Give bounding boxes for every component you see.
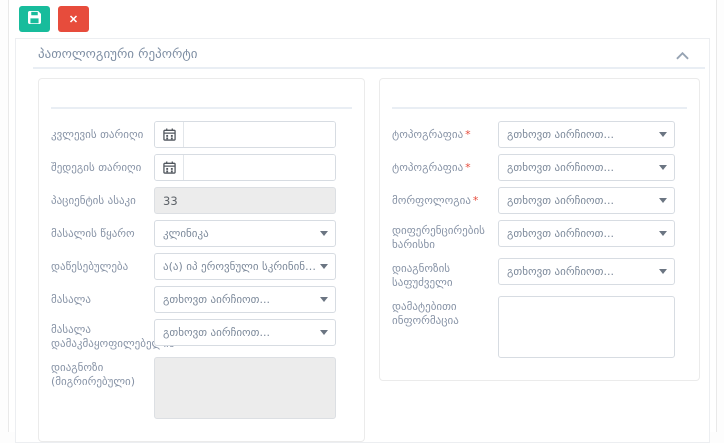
field-label: მასალა დამაკმაყოფილებელია [51, 319, 154, 351]
differentiation-grade-select[interactable]: გთხოვთ აირჩიოთ... [498, 220, 675, 247]
spacer [51, 91, 352, 107]
chevron-up-icon [676, 45, 689, 64]
chevron-down-icon [659, 231, 667, 236]
field-label: დამატებითი ინფორმაცია [392, 296, 498, 328]
collapse-button[interactable] [676, 45, 689, 64]
field-label: დიაგნოზის საფუძველი [392, 258, 498, 290]
toolbar: ✕ [9, 0, 716, 32]
institution-select[interactable]: ა(ა) იპ ეროვნული სკრინინგ ცენტრ... [154, 253, 336, 280]
field-label: პაციენტის ასაკი [51, 194, 154, 208]
field-topography-2: ტოპოგრაფია* გთხოვთ აირჩიოთ... [392, 154, 687, 181]
panel-body: კვლევის თარიღი [16, 69, 709, 442]
morphology-select[interactable]: გთხოვთ აირჩიოთ... [498, 187, 675, 214]
material-source-select[interactable]: კლინიკა [154, 220, 336, 247]
chevron-down-icon [659, 269, 667, 274]
chevron-down-icon [659, 132, 667, 137]
field-patient-age: პაციენტის ასაკი 33 [51, 187, 352, 214]
chevron-down-icon [659, 165, 667, 170]
spacer [392, 91, 687, 107]
section-divider [392, 107, 687, 109]
topography-2-select[interactable]: გთხოვთ აირჩიოთ... [498, 154, 675, 181]
field-label: მასალის წყარო [51, 227, 154, 241]
field-topography-1: ტოპოგრაფია* გთხოვთ აირჩიოთ... [392, 121, 687, 148]
chevron-down-icon [320, 330, 328, 335]
field-label: ტოპოგრაფია* [392, 161, 498, 175]
panel-header: პათოლოგიური რეპორტი [16, 39, 709, 67]
field-label: დაწესებულება [51, 260, 154, 274]
chevron-down-icon [320, 264, 328, 269]
additional-info-textarea[interactable] [498, 296, 675, 358]
content-container: ✕ პათოლოგიური რეპორტი კვლევის თარიღი [8, 0, 717, 432]
study-date-input[interactable] [184, 122, 335, 147]
diagnosis-basis-select[interactable]: გთხოვთ აირჩიოთ... [498, 258, 675, 285]
result-date-input[interactable] [184, 155, 335, 180]
required-marker: * [465, 161, 471, 174]
field-diagnosis-basis: დიაგნოზის საფუძველი გთხოვთ აირჩიოთ... [392, 258, 687, 290]
field-morphology: მორფოლოგია* გთხოვთ აირჩიოთ... [392, 187, 687, 214]
field-differentiation-grade: დიფერენცირების ხარისხი გთხოვთ აირჩიოთ... [392, 220, 687, 252]
field-label: კვლევის თარიღი [51, 128, 154, 142]
x-icon: ✕ [69, 13, 78, 26]
field-label: შედეგის თარიღი [51, 161, 154, 175]
calendar-icon[interactable] [155, 155, 184, 180]
chevron-down-icon [320, 231, 328, 236]
panel-title: პათოლოგიური რეპორტი [38, 47, 198, 62]
save-button[interactable] [19, 6, 50, 32]
required-marker: * [473, 194, 479, 207]
field-study-date: კვლევის თარიღი [51, 121, 352, 148]
section-divider [51, 107, 352, 109]
material-select[interactable]: გთხოვთ აირჩიოთ... [154, 286, 336, 313]
field-additional-info: დამატებითი ინფორმაცია [392, 296, 687, 362]
field-result-date: შედეგის თარიღი [51, 154, 352, 181]
calendar-icon[interactable] [155, 122, 184, 147]
field-institution: დაწესებულება ა(ა) იპ ეროვნული სკრინინგ ც… [51, 253, 352, 280]
field-label: დიფერენცირების ხარისხი [392, 220, 498, 252]
left-field-group: კვლევის თარიღი [38, 78, 365, 442]
close-button[interactable]: ✕ [58, 6, 89, 32]
pathology-report-panel: პათოლოგიური რეპორტი კვლევის თარიღი [15, 38, 710, 443]
right-field-group: ტოპოგრაფია* გთხოვთ აირჩიოთ... ტოპოგრაფია… [379, 78, 700, 381]
field-label: მორფოლოგია* [392, 194, 498, 208]
floppy-icon [28, 11, 41, 27]
material-satisfactory-select[interactable]: გთხოვთ აირჩიოთ... [154, 319, 336, 346]
field-label: მასალა [51, 293, 154, 307]
patient-age-value: 33 [154, 187, 336, 214]
diagnosis-migrated-textarea [154, 357, 336, 419]
chevron-down-icon [659, 198, 667, 203]
required-marker: * [465, 128, 471, 141]
field-material-source: მასალის წყარო კლინიკა [51, 220, 352, 247]
chevron-down-icon [320, 297, 328, 302]
field-label: დიაგნოზი (მიგრირებული) [51, 357, 154, 389]
field-diagnosis-migrated: დიაგნოზი (მიგრირებული) [51, 357, 352, 423]
field-material: მასალა გთხოვთ აირჩიოთ... [51, 286, 352, 313]
topography-1-select[interactable]: გთხოვთ აირჩიოთ... [498, 121, 675, 148]
field-label: ტოპოგრაფია* [392, 128, 498, 142]
field-material-satisfactory: მასალა დამაკმაყოფილებელია გთხოვთ აირჩიოთ… [51, 319, 352, 351]
